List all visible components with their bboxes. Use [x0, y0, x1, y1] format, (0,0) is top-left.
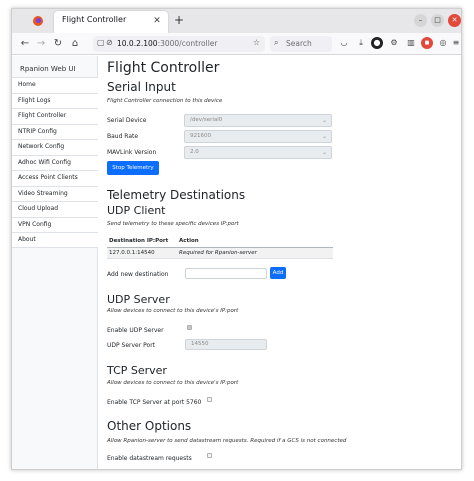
- enable-datastream-label: Enable datastream requests: [107, 455, 192, 462]
- bookmark-star-icon[interactable]: ☆: [253, 38, 260, 47]
- chevron-down-icon: ⌄: [321, 133, 327, 140]
- action-cell: Required for Rpanion-server: [177, 247, 333, 259]
- add-destination-label: Add new destination: [107, 271, 169, 278]
- minimize-icon[interactable]: –: [414, 14, 427, 27]
- udp-client-heading: UDP Client: [107, 204, 166, 217]
- adblock-icon[interactable]: ■: [421, 37, 433, 49]
- brand-title[interactable]: Rpanion Web UI: [20, 65, 76, 73]
- table-header-row: Destination IP:Port Action: [107, 236, 333, 248]
- column-header-destination: Destination IP:Port: [107, 236, 177, 248]
- udp-server-port-value: 14550: [191, 341, 209, 347]
- reload-icon[interactable]: ↻: [51, 37, 65, 51]
- enable-tcp-server-checkbox[interactable]: [207, 397, 212, 402]
- chevron-down-icon: ⌄: [321, 117, 327, 124]
- serial-device-value: /dev/serial0: [190, 117, 223, 123]
- udp-server-desc: Allow devices to connect to this device'…: [107, 308, 239, 314]
- forward-icon[interactable]: →: [34, 37, 48, 51]
- lock-off-icon[interactable]: ⊘: [106, 38, 113, 47]
- sidebar-item-access-point-clients[interactable]: Access Point Clients: [12, 170, 98, 186]
- baud-rate-value: 921600: [190, 133, 211, 139]
- search-placeholder: Search: [286, 39, 312, 48]
- browser-window: Flight Controller ✕ + – □ ✕ ← → ↻ ⌂ ▢ ⊘ …: [11, 8, 462, 470]
- mavlink-version-label: MAVLink Version: [107, 149, 157, 156]
- enable-tcp-server-label: Enable TCP Server at port 5760: [107, 399, 202, 406]
- sidebar-item-cloud-upload[interactable]: Cloud Upload: [12, 201, 98, 217]
- serial-input-heading: Serial Input: [107, 80, 176, 94]
- destinations-table: Destination IP:Port Action 127.0.0.1:145…: [107, 236, 333, 259]
- url-host: 10.0.2.100: [117, 39, 158, 48]
- page-info-icon[interactable]: ▢: [97, 38, 105, 47]
- account-icon[interactable]: ◎: [437, 37, 449, 49]
- sidebar-item-vpn-config[interactable]: VPN Config: [12, 216, 98, 232]
- enable-udp-server-checkbox[interactable]: [187, 325, 192, 330]
- sidebar-item-network-config[interactable]: Network Config: [12, 139, 98, 155]
- tcp-server-desc: Allow devices to connect to this device'…: [107, 380, 239, 386]
- sidebar-item-ntrip-config[interactable]: NTRIP Config: [12, 123, 98, 139]
- menu-icon[interactable]: ≡: [450, 37, 461, 49]
- tcp-server-heading: TCP Server: [107, 364, 167, 377]
- navigation-bar: ← → ↻ ⌂ ▢ ⊘ 10.0.2.100:3000/controller ☆…: [12, 33, 461, 55]
- sidebar-item-flight-controller[interactable]: Flight Controller: [12, 108, 98, 124]
- table-row: 127.0.0.1:14540 Required for Rpanion-ser…: [107, 247, 333, 259]
- page-title: Flight Controller: [107, 60, 220, 76]
- serial-input-desc: Flight Controller connection to this dev…: [107, 98, 223, 104]
- url-path: :3000/controller: [157, 39, 218, 48]
- tab-title: Flight Controller: [62, 15, 127, 24]
- enable-datastream-checkbox[interactable]: [207, 453, 212, 458]
- other-options-heading: Other Options: [107, 419, 192, 433]
- extension-icon[interactable]: ●: [371, 37, 383, 49]
- maximize-icon[interactable]: □: [431, 14, 444, 27]
- telemetry-destinations-heading: Telemetry Destinations: [107, 188, 246, 202]
- pocket-icon[interactable]: ◡: [338, 37, 350, 49]
- home-icon[interactable]: ⌂: [68, 37, 82, 51]
- back-icon[interactable]: ←: [18, 37, 32, 51]
- chevron-down-icon: ⌄: [321, 149, 327, 156]
- sidebar: Rpanion Web UI Home Flight Logs Flight C…: [12, 56, 98, 469]
- other-options-desc: Allow Rpanion-server to send datastream …: [107, 438, 347, 444]
- main-panel: Flight Controller Serial Input Flight Co…: [107, 56, 461, 469]
- mavlink-version-select[interactable]: 2.0 ⌄: [184, 146, 332, 159]
- search-bar[interactable]: ⌕ Search: [270, 36, 332, 52]
- sidebar-item-home[interactable]: Home: [12, 77, 98, 93]
- new-tab-button[interactable]: +: [172, 13, 186, 27]
- destination-cell: 127.0.0.1:14540: [107, 247, 177, 259]
- url-bar[interactable]: ▢ ⊘ 10.0.2.100:3000/controller ☆: [93, 36, 265, 52]
- downloads-icon[interactable]: ⤓: [355, 37, 367, 49]
- library-icon[interactable]: ▥: [405, 37, 417, 49]
- devtools-icon[interactable]: ⚙: [388, 37, 400, 49]
- new-destination-input[interactable]: [185, 268, 267, 279]
- search-icon: ⌕: [274, 38, 279, 47]
- enable-udp-server-label: Enable UDP Server: [107, 327, 164, 334]
- udp-client-desc: Send telemetry to these specific devices…: [107, 221, 239, 227]
- sidebar-item-adhoc-wifi[interactable]: Adhoc Wifi Config: [12, 154, 98, 170]
- serial-device-select[interactable]: /dev/serial0 ⌄: [184, 114, 332, 127]
- tab-bar: Flight Controller ✕ + – □ ✕: [12, 9, 461, 33]
- udp-server-port-input[interactable]: 14550: [185, 339, 267, 350]
- stop-telemetry-button[interactable]: Stop Telemetry: [107, 161, 159, 175]
- page-content: Rpanion Web UI Home Flight Logs Flight C…: [12, 56, 461, 469]
- firefox-icon[interactable]: [32, 15, 44, 27]
- url-text: 10.0.2.100:3000/controller: [117, 39, 217, 48]
- add-destination-button[interactable]: Add: [270, 267, 286, 279]
- mavlink-version-value: 2.0: [190, 149, 199, 155]
- window-close-icon[interactable]: ✕: [448, 14, 461, 27]
- baud-rate-label: Baud Rate: [107, 133, 139, 140]
- sidebar-item-about[interactable]: About: [12, 232, 98, 248]
- udp-server-port-label: UDP Server Port: [107, 342, 156, 349]
- sidebar-list: Home Flight Logs Flight Controller NTRIP…: [12, 77, 98, 248]
- serial-device-label: Serial Device: [107, 117, 147, 124]
- sidebar-item-video-streaming[interactable]: Video Streaming: [12, 185, 98, 201]
- tab-flight-controller[interactable]: Flight Controller ✕: [54, 11, 168, 33]
- sidebar-item-flight-logs[interactable]: Flight Logs: [12, 92, 98, 108]
- column-header-action: Action: [177, 236, 333, 248]
- baud-rate-select[interactable]: 921600 ⌄: [184, 130, 332, 143]
- close-tab-icon[interactable]: ✕: [150, 14, 164, 28]
- udp-server-heading: UDP Server: [107, 293, 170, 306]
